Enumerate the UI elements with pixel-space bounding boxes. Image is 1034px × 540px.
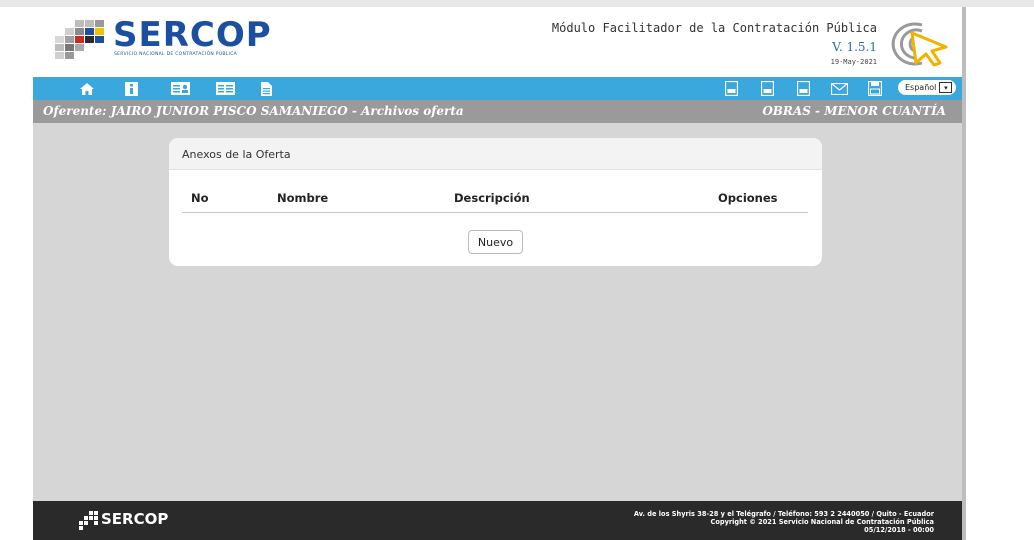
footer-address: Av. de los Shyris 38-28 y el Telégrafo /… — [633, 510, 934, 518]
footer-date: 05/12/2018 - 00:00 — [864, 526, 934, 534]
main-content: Anexos de la Oferta No Nombre Descripció… — [33, 123, 962, 501]
column-header-no: No — [191, 191, 209, 205]
panel-header: Anexos de la Oferta — [169, 138, 822, 170]
table-header-divider — [182, 212, 808, 213]
footer-info: Av. de los Shyris 38-28 y el Telégrafo /… — [634, 510, 934, 534]
document-icon[interactable] — [259, 80, 273, 97]
window-shadow — [962, 7, 966, 540]
context-bar: Oferente: JAIRO JUNIOR PISCO SAMANIEGO -… — [33, 100, 962, 123]
home-icon[interactable] — [78, 80, 96, 97]
sercop-logo: SERCOP SERVICIO NACIONAL DE CONTRATACIÓN… — [55, 15, 295, 63]
logo-mosaic-icon — [55, 19, 111, 63]
panel-title: Anexos de la Oferta — [182, 148, 291, 161]
column-header-descripcion: Descripción — [454, 191, 530, 205]
language-label: Español — [905, 83, 937, 92]
column-header-opciones: Opciones — [718, 191, 778, 205]
app-window: SERCOP SERVICIO NACIONAL DE CONTRATACIÓN… — [33, 7, 962, 540]
version-label: V. 1.5.1 — [832, 40, 877, 54]
footer-logo: SERCOP — [79, 509, 189, 531]
procedure-type: OBRAS - MENOR CUANTÍA — [762, 104, 946, 118]
pdf-file-icon[interactable] — [723, 80, 739, 97]
footer-copyright: Copyright © 2021 Servicio Nacional de Co… — [710, 518, 934, 526]
footer-brand: SERCOP — [101, 510, 169, 528]
attachments-panel: Anexos de la Oferta No Nombre Descripció… — [169, 138, 822, 266]
module-title: Módulo Facilitador de la Contratación Pú… — [551, 21, 877, 35]
mail-icon[interactable] — [830, 80, 848, 97]
list-card-icon[interactable] — [215, 80, 235, 97]
save-icon[interactable] — [867, 80, 883, 97]
new-attachment-button[interactable]: Nuevo — [468, 230, 523, 254]
browser-top-strip — [0, 0, 1034, 7]
nav-bar: Español ▾ — [33, 77, 962, 100]
language-select[interactable]: Español ▾ — [898, 80, 956, 95]
column-header-nombre: Nombre — [277, 191, 329, 205]
pdf-file-icon[interactable] — [759, 80, 775, 97]
logo-subtitle: SERVICIO NACIONAL DE CONTRATACIÓN PÚBLIC… — [114, 52, 238, 57]
chevron-down-icon: ▾ — [939, 82, 953, 93]
info-icon[interactable] — [123, 80, 139, 97]
logo-brand-text: SERCOP — [113, 15, 272, 55]
footer-mosaic-icon — [79, 511, 98, 530]
cursor-logo-icon — [891, 22, 948, 67]
footer: SERCOP Av. de los Shyris 38-28 y el Telé… — [33, 501, 962, 540]
id-card-icon[interactable] — [170, 80, 190, 97]
bidder-title: Oferente: JAIRO JUNIOR PISCO SAMANIEGO -… — [43, 104, 464, 118]
header-date: 19-May-2021 — [830, 58, 877, 66]
pdf-file-icon[interactable] — [795, 80, 811, 97]
header: SERCOP SERVICIO NACIONAL DE CONTRATACIÓN… — [33, 7, 962, 77]
